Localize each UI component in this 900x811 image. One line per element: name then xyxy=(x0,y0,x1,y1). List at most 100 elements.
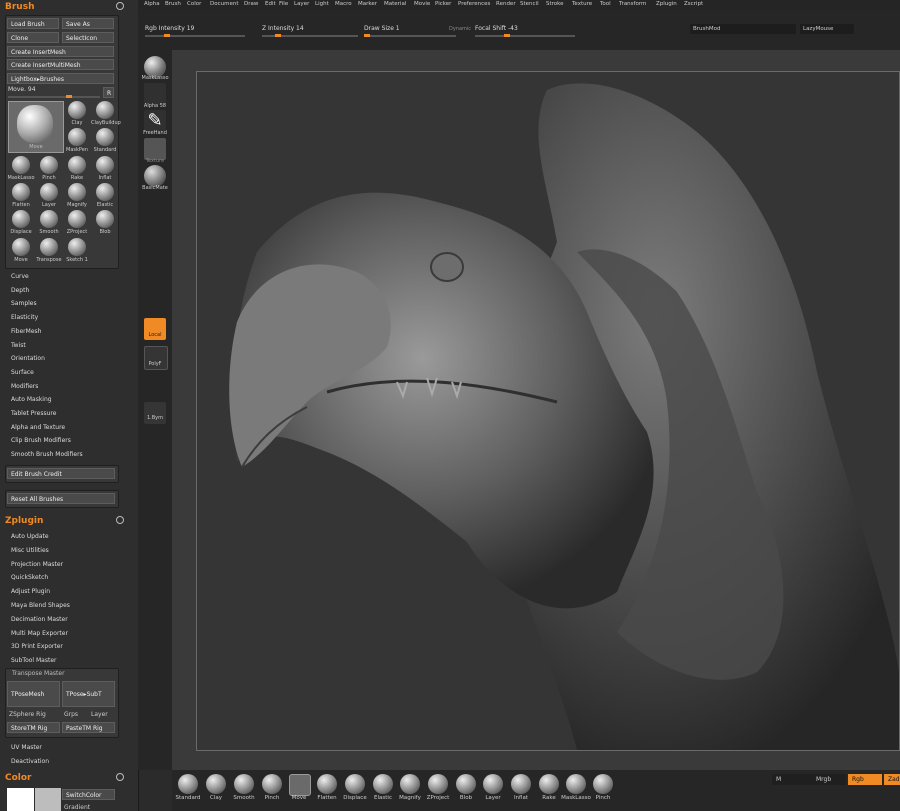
lazymouse-button[interactable]: LazyMouse xyxy=(800,24,854,34)
shelf-brush-flatten-icon[interactable] xyxy=(317,774,337,794)
menu-item-file[interactable]: File xyxy=(279,1,288,7)
draw-size-slider[interactable] xyxy=(364,34,456,37)
shelf-brush-pinch-icon[interactable] xyxy=(593,774,613,794)
brush-pinch-icon[interactable] xyxy=(40,156,58,174)
save-as-button[interactable]: Save As xyxy=(62,18,114,29)
shelf-brush-clay-icon[interactable] xyxy=(206,774,226,794)
z-intensity-slider[interactable] xyxy=(262,34,358,37)
brush-subpalette-item[interactable]: Samples xyxy=(11,299,37,309)
uv-master-item[interactable]: UV Master xyxy=(11,743,42,753)
shelf-brush-magnify-icon[interactable] xyxy=(400,774,420,794)
shelf-brush-standard-icon[interactable] xyxy=(178,774,198,794)
brush-blob-icon[interactable] xyxy=(96,210,114,228)
brush-rake-icon[interactable] xyxy=(68,156,86,174)
brush-palette-header[interactable]: Brush xyxy=(0,0,138,14)
zplugin-item[interactable]: Misc Utilities xyxy=(11,546,49,556)
zadd-toggle[interactable]: Zadd xyxy=(884,774,900,785)
zplugin-item[interactable]: Adjust Plugin xyxy=(11,587,50,597)
zsphere-rig-toggle[interactable]: ZSphere Rig xyxy=(9,711,46,718)
rgb-intensity-slider[interactable] xyxy=(145,34,245,37)
document-frame[interactable] xyxy=(196,71,900,751)
edit-brush-credit-button[interactable]: Edit Brush Credit xyxy=(7,468,115,479)
menu-item-light[interactable]: Light xyxy=(315,1,329,7)
deactivation-item[interactable]: Deactivation xyxy=(11,757,49,767)
menu-item-color[interactable]: Color xyxy=(187,1,201,7)
pastetm-rig-button[interactable]: PasteTM Rig xyxy=(62,722,115,733)
menu-item-material[interactable]: Material xyxy=(384,1,406,7)
zplugin-item[interactable]: Multi Map Exporter xyxy=(11,629,68,639)
brush-magnify-icon[interactable] xyxy=(68,183,86,201)
menu-item-texture[interactable]: Texture xyxy=(572,1,592,7)
shelf-brush-layer-icon[interactable] xyxy=(483,774,503,794)
brush-zproject-icon[interactable] xyxy=(68,210,86,228)
zplugin-palette-header[interactable]: Zplugin xyxy=(0,514,138,528)
mrgb-toggle[interactable]: Mrgb xyxy=(812,774,846,785)
brush-transpose-icon[interactable] xyxy=(40,238,58,256)
layer-toggle[interactable]: Layer xyxy=(91,711,108,718)
rgb-intensity-knob[interactable] xyxy=(164,34,170,37)
zplugin-item[interactable]: SubTool Master xyxy=(11,656,56,666)
rgb-toggle[interactable]: Rgb xyxy=(848,774,882,785)
zplugin-item[interactable]: QuickSketch xyxy=(11,573,48,583)
brush-slider-knob[interactable] xyxy=(66,95,72,98)
brush-subpalette-item[interactable]: Smooth Brush Modifiers xyxy=(11,450,83,460)
shelf-brush-elastic-icon[interactable] xyxy=(373,774,393,794)
dynamic-toggle[interactable]: Dynamic xyxy=(449,26,471,32)
menu-item-macro[interactable]: Macro xyxy=(335,1,352,7)
main-color-swatch[interactable] xyxy=(7,788,34,811)
brush-flatten-icon[interactable] xyxy=(12,183,30,201)
current-brush-thumbnail[interactable]: Move xyxy=(8,101,64,153)
zplugin-item[interactable]: Maya Blend Shapes xyxy=(11,601,70,611)
grps-toggle[interactable]: Grps xyxy=(64,711,78,718)
shelf-brush-masklasso-icon[interactable] xyxy=(566,774,586,794)
shelf-brush-displace-icon[interactable] xyxy=(345,774,365,794)
switch-color-button[interactable]: SwitchColor xyxy=(62,789,115,800)
zplugin-item[interactable]: Projection Master xyxy=(11,560,63,570)
menu-item-alpha[interactable]: Alpha xyxy=(144,1,160,7)
brush-subpalette-item[interactable]: Alpha and Texture xyxy=(11,423,65,433)
menu-item-layer[interactable]: Layer xyxy=(294,1,309,7)
palette-options-icon[interactable] xyxy=(116,516,124,524)
menu-item-marker[interactable]: Marker xyxy=(358,1,377,7)
brush-subpalette-item[interactable]: Orientation xyxy=(11,354,45,364)
menu-item-brush[interactable]: Brush xyxy=(165,1,181,7)
zplugin-item[interactable]: Auto Update xyxy=(11,532,49,542)
tposemesh-button[interactable]: TPoseMesh xyxy=(7,681,60,707)
brush-subpalette-item[interactable]: Curve xyxy=(11,272,29,282)
brush-layer-icon[interactable] xyxy=(40,183,58,201)
focal-shift-slider[interactable] xyxy=(475,34,575,37)
freehand-stroke-icon[interactable]: ✎ xyxy=(144,110,166,132)
brush-smooth-icon[interactable] xyxy=(40,210,58,228)
focal-shift-knob[interactable] xyxy=(503,34,510,37)
brush-masklasso-icon[interactable] xyxy=(12,156,30,174)
menu-item-edit[interactable]: Edit xyxy=(265,1,276,7)
brush-subpalette-item[interactable]: Depth xyxy=(11,286,29,296)
tpose-subt-button[interactable]: TPose▸SubT xyxy=(62,681,115,707)
create-insertmultimesh-button[interactable]: Create InsertMultiMesh xyxy=(7,59,114,70)
secondary-color-swatch[interactable] xyxy=(35,788,61,811)
brush-claybuildup-icon[interactable] xyxy=(96,101,114,119)
load-brush-button[interactable]: Load Brush xyxy=(7,18,59,29)
menu-item-render[interactable]: Render xyxy=(496,1,516,7)
brush-subpalette-item[interactable]: Clip Brush Modifiers xyxy=(11,436,71,446)
brush-displace-icon[interactable] xyxy=(12,210,30,228)
brush-subpalette-item[interactable]: Tablet Pressure xyxy=(11,409,56,419)
shelf-brush-rake-icon[interactable] xyxy=(539,774,559,794)
palette-options-icon[interactable] xyxy=(116,2,124,10)
menu-item-stencil[interactable]: Stencil xyxy=(520,1,539,7)
brush-sketch-1-icon[interactable] xyxy=(68,238,86,256)
brush-elastic-icon[interactable] xyxy=(96,183,114,201)
menu-item-tool[interactable]: Tool xyxy=(600,1,611,7)
brush-subpalette-item[interactable]: Elasticity xyxy=(11,313,38,323)
brush-maskpen-icon[interactable] xyxy=(68,128,86,146)
clone-button[interactable]: Clone xyxy=(7,32,59,43)
brush-subpalette-item[interactable]: FiberMesh xyxy=(11,327,41,337)
gradient-toggle[interactable]: Gradient xyxy=(64,804,90,811)
palette-options-icon[interactable] xyxy=(116,773,124,781)
shelf-brush-move-icon[interactable] xyxy=(289,774,311,796)
menu-item-movie[interactable]: Movie xyxy=(414,1,430,7)
brush-inflat-icon[interactable] xyxy=(96,156,114,174)
shelf-brush-smooth-icon[interactable] xyxy=(234,774,254,794)
menu-item-picker[interactable]: Picker xyxy=(435,1,451,7)
shelf-brush-inflat-icon[interactable] xyxy=(511,774,531,794)
